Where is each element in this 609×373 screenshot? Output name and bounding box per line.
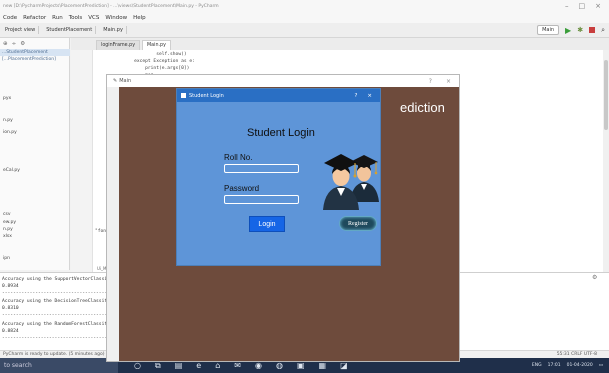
file-explorer-icon[interactable]: ▤: [175, 361, 183, 371]
console-line: 0.8310: [2, 306, 19, 311]
collapse-icon[interactable]: ÷: [12, 41, 17, 47]
date[interactable]: 01-04-2020: [567, 363, 593, 368]
cortana-icon[interactable]: ○: [134, 361, 141, 371]
nav-actions: Main ▶ ✱ ⌕: [537, 25, 609, 35]
edge-icon[interactable]: e: [196, 361, 201, 371]
menu-vcs[interactable]: VCS: [88, 15, 99, 21]
close-icon[interactable]: ×: [595, 2, 601, 10]
minimize-icon[interactable]: –: [565, 2, 569, 10]
app-icon[interactable]: ▦: [319, 361, 327, 371]
maximize-icon[interactable]: □: [579, 2, 586, 10]
tab-loginframe[interactable]: loginFrame.py: [96, 40, 141, 50]
file-item[interactable]: n.py: [3, 227, 13, 232]
password-input[interactable]: [224, 195, 299, 204]
nav-file[interactable]: Main.py: [100, 26, 127, 34]
file-item[interactable]: n.py: [3, 118, 13, 123]
login-heading: Student Login: [247, 127, 315, 139]
stop-icon[interactable]: [589, 27, 596, 33]
menu-code[interactable]: Code: [3, 15, 17, 21]
clock[interactable]: 17:01: [548, 363, 561, 368]
feather-icon: ✎: [113, 78, 118, 84]
login-titlebar[interactable]: Student Login ? ×: [177, 89, 380, 102]
ide-window-title: new [D:\PycharmProjects\PlacementPredict…: [3, 3, 219, 9]
login-window-controls: ? ×: [354, 93, 380, 99]
firefox-icon[interactable]: ◍: [276, 361, 283, 371]
login-button[interactable]: Login: [249, 216, 285, 232]
ide-title-bar: new [D:\PycharmProjects\PlacementPredict…: [0, 0, 609, 12]
store-icon[interactable]: ⌂: [215, 361, 220, 371]
menu-help[interactable]: Help: [133, 15, 146, 21]
taskbar-apps: ○ ⧉ ▤ e ⌂ ✉ ◉ ◍ ▣ ▦ ◪: [118, 361, 348, 371]
chrome-icon[interactable]: ◉: [255, 361, 262, 371]
taskbar-search-text: to search: [4, 362, 32, 369]
file-item[interactable]: pyx: [3, 96, 11, 101]
debug-icon[interactable]: ✱: [577, 26, 583, 34]
nav-project[interactable]: StudentPlacement: [43, 26, 97, 34]
file-item[interactable]: ion.py: [3, 130, 17, 135]
status-info[interactable]: 55:31 CRLF UTF-8: [557, 352, 609, 357]
menu-tools[interactable]: Tools: [69, 15, 83, 21]
register-button[interactable]: Register: [339, 216, 377, 231]
taskbar-search[interactable]: to search: [0, 358, 118, 373]
console-line: ----------------------------------------: [2, 336, 113, 341]
main-window-controls: ? ×: [429, 78, 459, 85]
graduates-icon: [323, 154, 379, 210]
editor-gutter: [71, 50, 93, 272]
task-view-icon[interactable]: ⧉: [155, 361, 161, 371]
code-line: print(e.args[0]): [123, 66, 190, 71]
roll-no-input[interactable]: [224, 164, 299, 173]
console-line: ----------------------------------------: [2, 291, 113, 296]
window-app-icon: [181, 93, 186, 98]
console-line: ----------------------------------------: [2, 313, 113, 318]
roll-no-label: Roll No.: [224, 153, 253, 162]
settings-icon[interactable]: ⚙: [20, 41, 25, 47]
tab-main[interactable]: Main.py: [142, 40, 171, 50]
password-label: Password: [224, 184, 260, 193]
editor-scrollbar[interactable]: [603, 50, 609, 272]
ide-navigation-bar: Project view StudentPlacement Main.py Ma…: [0, 23, 609, 38]
main-window-title: Main: [119, 78, 132, 84]
project-root-item[interactable]: ...StudentPlacement [...PlacementPredict…: [0, 49, 70, 62]
menu-window[interactable]: Window: [105, 15, 127, 21]
ide-menu-bar: Code Refactor Run Tools VCS Window Help: [0, 12, 609, 23]
menu-run[interactable]: Run: [52, 15, 63, 21]
pycharm-icon[interactable]: ▣: [297, 361, 305, 371]
nav-view[interactable]: Project view: [2, 26, 40, 34]
graduate-front-icon: [323, 154, 359, 210]
tray-lang[interactable]: ENG: [532, 363, 542, 368]
gear-icon[interactable]: ⚙: [592, 274, 597, 281]
search-icon[interactable]: ⌕: [601, 26, 605, 35]
console-line: 0.8934: [2, 284, 19, 289]
file-item[interactable]: ew.py: [3, 220, 16, 225]
run-config-select[interactable]: Main: [537, 25, 560, 35]
console-line: 0.8824: [2, 329, 19, 334]
python-icon[interactable]: ◪: [340, 361, 348, 371]
code-line: self.show(): [123, 52, 187, 57]
student-login-window: Student Login ? × Student Login Roll No.…: [176, 88, 381, 266]
status-message[interactable]: PyCharm is ready to update. (5 minutes a…: [3, 352, 104, 357]
main-window-titlebar[interactable]: ✎ Main ? ×: [107, 75, 459, 87]
login-window-title: Student Login: [189, 92, 224, 99]
add-icon[interactable]: ⊕: [3, 41, 8, 47]
file-item[interactable]: ipn: [3, 256, 10, 261]
run-icon[interactable]: ▶: [565, 26, 571, 35]
ide-window-controls: – □ ×: [565, 2, 609, 10]
notifications-icon[interactable]: ▭: [599, 363, 603, 368]
code-line: except Exception as e:: [123, 59, 195, 64]
help-icon[interactable]: ?: [354, 93, 357, 99]
project-sidebar: ⊕ ÷ ⚙ ...StudentPlacement [...PlacementP…: [0, 38, 70, 270]
system-tray: ENG 17:01 01-04-2020 ▭: [532, 363, 609, 368]
file-item[interactable]: eCal.py: [3, 168, 20, 173]
file-item[interactable]: xlsx: [3, 234, 12, 239]
mail-icon[interactable]: ✉: [234, 361, 241, 371]
menu-refactor[interactable]: Refactor: [23, 15, 46, 21]
close-icon[interactable]: ×: [367, 93, 372, 99]
scrollbar-thumb[interactable]: [604, 60, 608, 130]
main-heading: ediction: [400, 100, 445, 115]
help-icon[interactable]: ?: [429, 78, 432, 85]
file-item[interactable]: csv: [3, 212, 10, 217]
editor-tabs: loginFrame.py Main.py: [71, 38, 609, 50]
close-icon[interactable]: ×: [446, 78, 451, 85]
